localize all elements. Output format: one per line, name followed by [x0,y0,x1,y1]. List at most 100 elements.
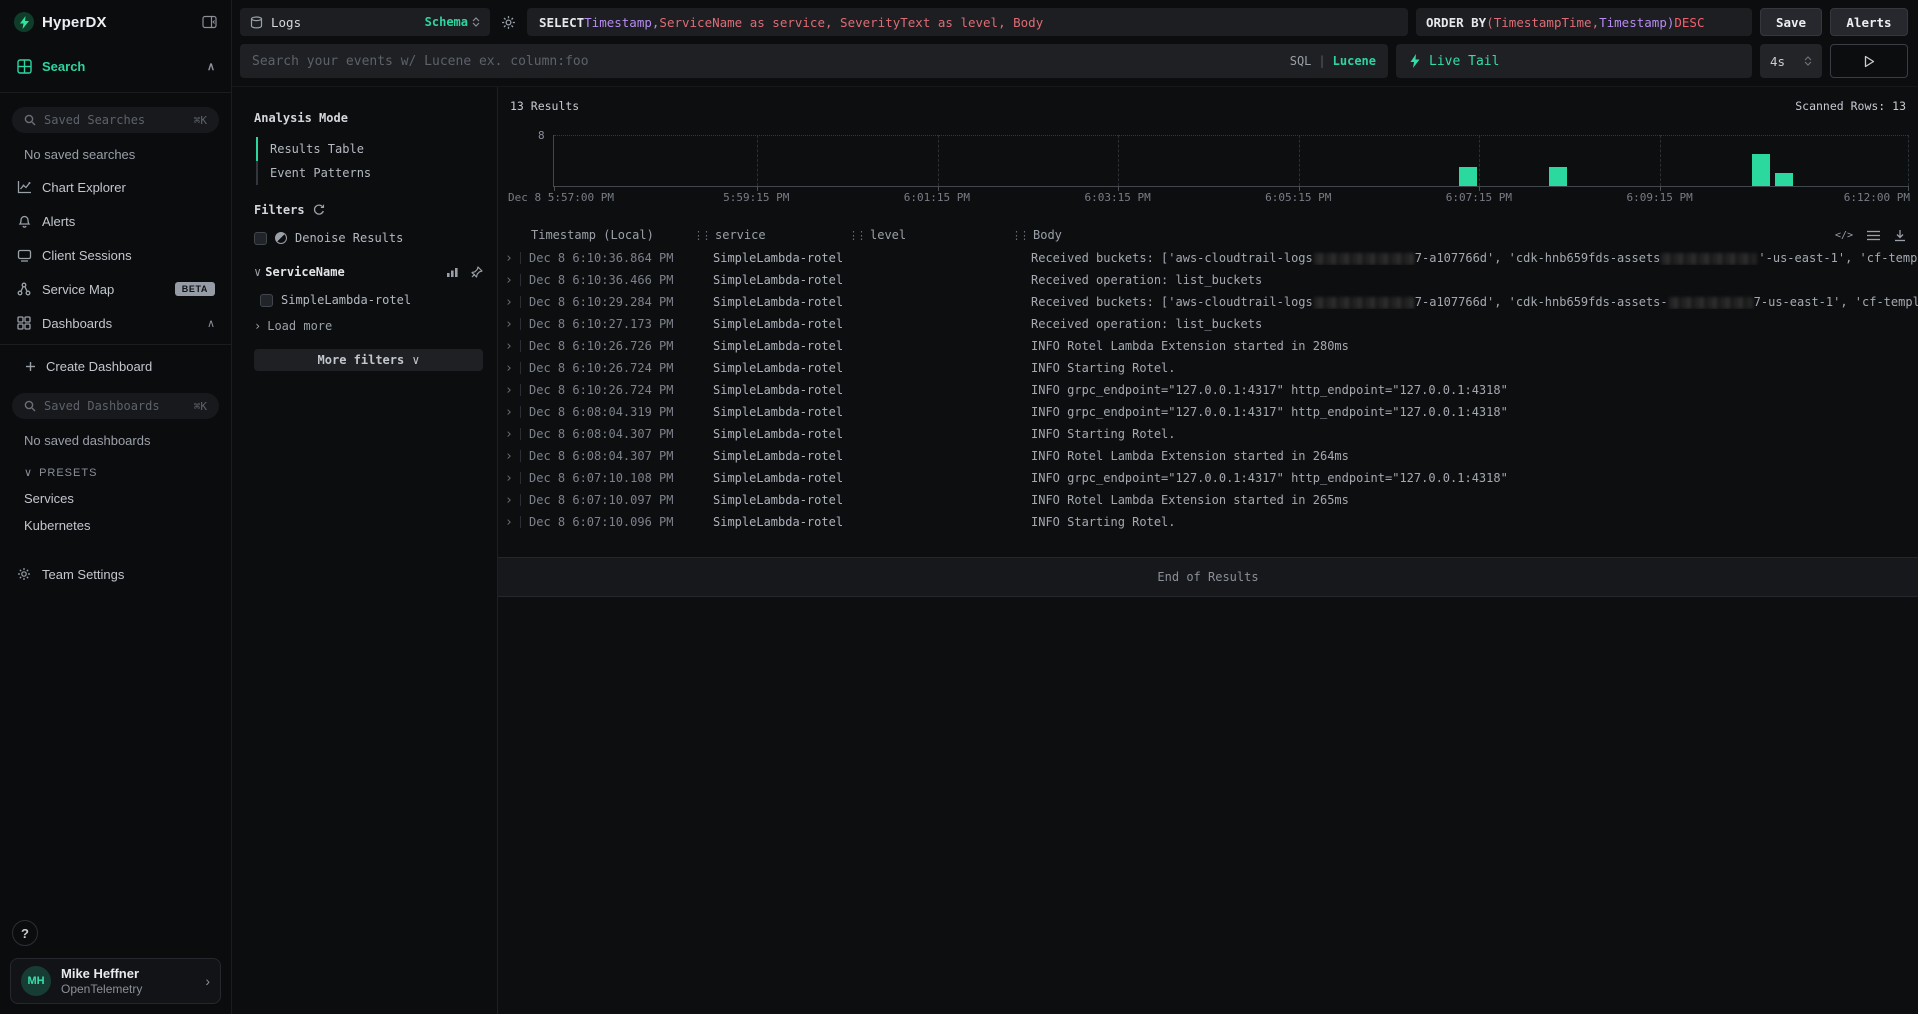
chevron-right-icon: › [205,973,210,989]
column-header-level[interactable]: ⋮⋮level [848,228,1011,242]
sidebar-collapse-icon[interactable] [202,15,217,29]
avatar: MH [21,966,51,996]
select-clause-input[interactable]: SELECT Timestamp, ServiceName as service… [527,8,1408,36]
row-expander-icon[interactable]: › [505,251,517,266]
table-row[interactable]: ›Dec 8 6:10:36.466 PMSimpleLambda-rotelR… [498,269,1918,291]
order-by-clause-input[interactable]: ORDER BY (TimestampTime, Timestamp) DESC [1416,8,1752,36]
row-separator [520,340,521,352]
shortcut-badge: ⌘K [194,400,207,413]
run-query-button[interactable] [1830,44,1908,78]
row-expander-icon[interactable]: › [505,515,517,530]
save-button[interactable]: Save [1760,8,1822,36]
table-row[interactable]: ›Dec 8 6:10:26.724 PMSimpleLambda-rotelI… [498,379,1918,401]
table-row[interactable]: ›Dec 8 6:10:27.173 PMSimpleLambda-rotelR… [498,313,1918,335]
live-tail-label: Live Tail [1429,54,1499,69]
column-header-timestamp-local[interactable]: Timestamp (Local) [505,228,693,242]
table-row[interactable]: ›Dec 8 6:07:10.096 PMSimpleLambda-rotelI… [498,511,1918,533]
code-view-icon[interactable]: </> [1835,230,1853,241]
sidebar-item-dashboards[interactable]: Dashboards ∧ [0,306,231,340]
source-label: Logs [271,15,301,30]
bar-chart-icon[interactable] [446,266,459,278]
analysis-mode-list: Results TableEvent Patterns [256,137,483,185]
table-row[interactable]: ›Dec 8 6:10:26.724 PMSimpleLambda-rotelI… [498,357,1918,379]
cell-body: INFO Starting Rotel. [1017,515,1918,529]
pin-icon[interactable] [471,266,483,278]
table-row[interactable]: ›Dec 8 6:07:10.097 PMSimpleLambda-rotelI… [498,489,1918,511]
sidebar-item-chart-explorer[interactable]: Chart Explorer [0,170,231,204]
filter-group-servicename[interactable]: ∨ ServiceName [254,265,483,279]
cell-body: INFO Rotel Lambda Extension started in 2… [1017,493,1918,507]
analysis-mode-event-patterns[interactable]: Event Patterns [256,161,483,185]
column-drag-handle[interactable]: ⋮⋮ [848,229,864,242]
profile-card[interactable]: MH Mike Heffner OpenTelemetry › [10,958,221,1004]
row-expander-icon[interactable]: › [505,383,517,398]
row-expander-icon[interactable]: › [505,449,517,464]
more-filters-label: More filters [318,353,405,367]
column-header-body[interactable]: ⋮⋮Body [1011,228,1835,242]
table-row[interactable]: ›Dec 8 6:08:04.307 PMSimpleLambda-rotelI… [498,445,1918,467]
column-drag-handle[interactable]: ⋮⋮ [693,229,709,242]
sidebar-item-client-sessions[interactable]: Client Sessions [0,238,231,272]
table-row[interactable]: ›Dec 8 6:10:26.726 PMSimpleLambda-rotelI… [498,335,1918,357]
row-expander-icon[interactable]: › [505,295,517,310]
live-tail-button[interactable]: Live Tail [1396,44,1752,78]
analysis-mode-results-table[interactable]: Results Table [256,137,483,161]
preset-item-services[interactable]: Services [0,485,231,512]
row-expander-icon[interactable]: › [505,471,517,486]
alerts-button[interactable]: Alerts [1830,8,1908,36]
load-more-button[interactable]: › Load more [254,319,483,333]
row-expander-icon[interactable]: › [505,361,517,376]
row-expander-icon[interactable]: › [505,317,517,332]
denoise-checkbox[interactable] [254,232,267,245]
sidebar-item-search[interactable]: Search ∧ [0,44,231,88]
lucene-mode-button[interactable]: Lucene [1333,54,1376,68]
x-axis-labels: Dec 8 5:57:00 PM5:59:15 PM6:01:15 PM6:03… [553,187,1908,207]
help-button[interactable]: ? [12,920,38,946]
sidebar-item-team-settings[interactable]: Team Settings [0,557,231,591]
sql-mode-button[interactable]: SQL [1290,54,1312,68]
sidebar-item-service-map[interactable]: Service Map BETA [0,272,231,306]
table-row[interactable]: ›Dec 8 6:07:10.108 PMSimpleLambda-rotelI… [498,467,1918,489]
source-settings-gear-icon[interactable] [498,15,519,30]
row-expander-icon[interactable]: › [505,427,517,442]
chevron-up-icon[interactable]: ∧ [207,60,215,73]
row-expander-icon[interactable]: › [505,273,517,288]
download-icon[interactable] [1894,229,1906,242]
filter-value-row[interactable]: SimpleLambda-rotel [254,293,483,307]
table-row[interactable]: ›Dec 8 6:08:04.319 PMSimpleLambda-rotelI… [498,401,1918,423]
sidebar-item-alerts[interactable]: Alerts [0,204,231,238]
denoise-results-option[interactable]: Denoise Results [254,231,483,245]
event-search-bar[interactable]: SQL | Lucene [240,44,1388,78]
denoise-label: Denoise Results [295,231,403,245]
row-expander-icon[interactable]: › [505,493,517,508]
cell-service: SimpleLambda-rotel [699,515,854,529]
schema-toggle[interactable]: Schema [425,15,480,29]
saved-dashboards-input[interactable] [44,399,164,413]
saved-dashboards-search[interactable]: ⌘K [12,393,219,419]
source-select[interactable]: Logs Schema [240,8,490,36]
database-icon [250,16,263,29]
lightning-icon [1410,54,1420,68]
create-dashboard-button[interactable]: Create Dashboard [0,349,231,383]
more-filters-button[interactable]: More filters ∨ [254,349,483,371]
table-row[interactable]: ›Dec 8 6:10:29.284 PMSimpleLambda-rotelR… [498,291,1918,313]
preset-item-kubernetes[interactable]: Kubernetes [0,512,231,539]
table-row[interactable]: ›Dec 8 6:08:04.307 PMSimpleLambda-rotelI… [498,423,1918,445]
column-drag-handle[interactable]: ⋮⋮ [1011,229,1027,242]
column-header-service[interactable]: ⋮⋮service [693,228,848,242]
table-row[interactable]: ›Dec 8 6:10:36.864 PMSimpleLambda-rotelR… [498,247,1918,269]
filter-panel: Analysis Mode Results TableEvent Pattern… [232,87,498,1014]
gridline [1908,135,1909,186]
refresh-icon[interactable] [313,204,325,216]
event-search-input[interactable] [252,54,1290,69]
search-grid-icon [16,59,32,74]
refresh-interval-select[interactable]: 4s [1760,44,1822,78]
row-expander-icon[interactable]: › [505,405,517,420]
presets-section-toggle[interactable]: ∨ PRESETS [0,456,231,485]
saved-searches-input[interactable] [44,113,164,127]
chevron-up-icon[interactable]: ∧ [207,317,215,330]
row-expander-icon[interactable]: › [505,339,517,354]
row-density-icon[interactable] [1867,230,1880,241]
saved-searches-search[interactable]: ⌘K [12,107,219,133]
filter-value-checkbox[interactable] [260,294,273,307]
